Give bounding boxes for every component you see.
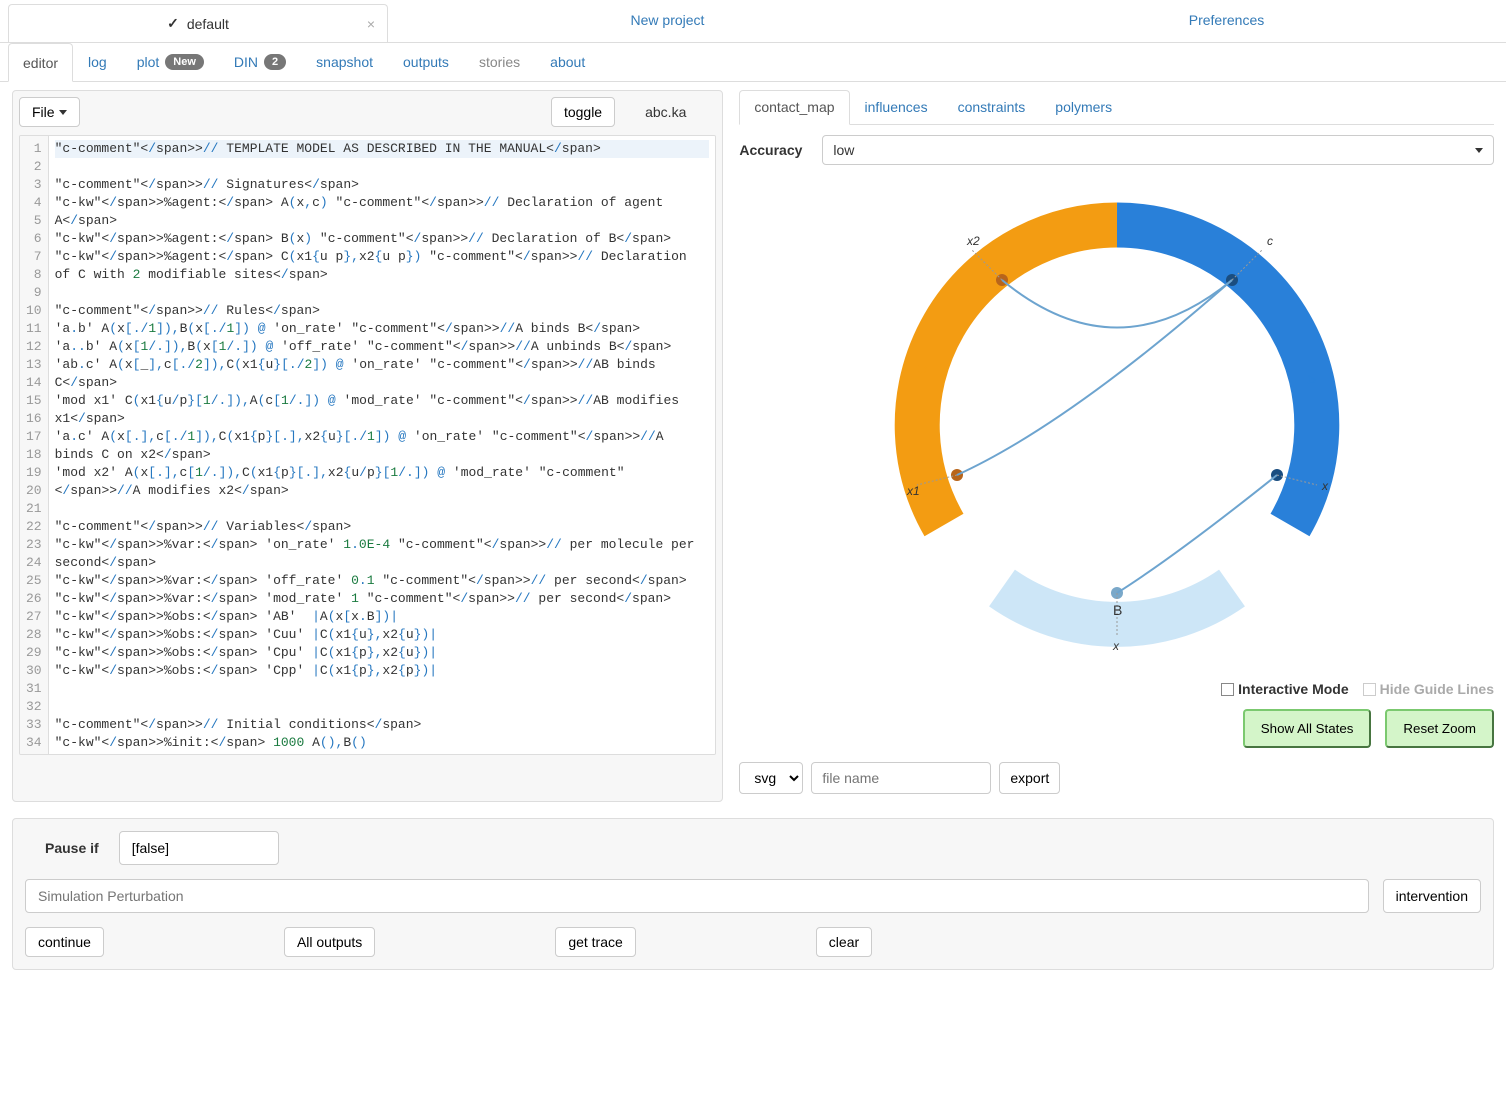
tab-polymers[interactable]: polymers [1040, 90, 1127, 124]
perturbation-row: intervention [25, 879, 1481, 913]
hide-guides-checkbox: Hide Guide Lines [1363, 681, 1494, 697]
project-tab-label: default [187, 16, 229, 32]
accuracy-label: Accuracy [739, 142, 802, 158]
perturbation-input[interactable] [25, 879, 1369, 913]
tab-about[interactable]: about [535, 43, 600, 81]
simulation-actions: continue All outputs get trace clear [25, 927, 1481, 957]
project-tab-default[interactable]: default × [8, 4, 388, 42]
sub-navigation: editor log plotNew DIN2 snapshot outputs… [0, 43, 1506, 82]
show-all-states-button[interactable]: Show All States [1243, 709, 1372, 748]
export-button[interactable]: export [999, 762, 1060, 794]
checkbox-icon [1221, 683, 1234, 696]
get-trace-button[interactable]: get trace [555, 927, 635, 957]
svg-text:B: B [1113, 602, 1122, 618]
svg-text:x2: x2 [966, 234, 980, 248]
continue-button[interactable]: continue [25, 927, 104, 957]
export-row: svg export [739, 754, 1494, 802]
editor-toolbar: File toggle abc.ka [19, 97, 716, 127]
tab-editor[interactable]: editor [8, 43, 73, 82]
svg-text:C: C [914, 364, 930, 375]
current-filename: abc.ka [615, 104, 716, 120]
new-project-link[interactable]: New project [388, 0, 947, 42]
tab-log[interactable]: log [73, 43, 122, 81]
svg-text:A: A [1304, 374, 1320, 384]
din-badge: 2 [264, 54, 286, 70]
checkbox-icon [1363, 683, 1376, 696]
export-format-select[interactable]: svg [739, 762, 803, 794]
code-body[interactable]: "c-comment"</span>>// TEMPLATE MODEL AS … [49, 136, 716, 754]
file-dropdown-button[interactable]: File [19, 97, 80, 127]
simulation-panel: Pause if intervention continue All outpu… [12, 818, 1494, 970]
pause-row: Pause if [25, 831, 1481, 865]
top-navigation: default × New project Preferences [0, 0, 1506, 43]
pause-label: Pause if [25, 840, 99, 856]
line-gutter: 1234567891011121314151617181920212223242… [20, 136, 49, 754]
reset-zoom-button[interactable]: Reset Zoom [1385, 709, 1494, 748]
interactive-mode-checkbox[interactable]: Interactive Mode [1221, 681, 1348, 697]
svg-text:x: x [1321, 479, 1329, 493]
svg-text:c: c [1267, 234, 1273, 248]
analysis-tabs: contact_map influences constraints polym… [739, 90, 1494, 125]
clear-button[interactable]: clear [816, 927, 872, 957]
tab-snapshot[interactable]: snapshot [301, 43, 388, 81]
tab-plot[interactable]: plotNew [122, 43, 219, 81]
tab-outputs[interactable]: outputs [388, 43, 464, 81]
pause-condition-input[interactable] [119, 831, 279, 865]
svg-text:x: x [1112, 639, 1120, 653]
tab-constraints[interactable]: constraints [943, 90, 1041, 124]
preferences-link[interactable]: Preferences [947, 0, 1506, 42]
tab-contact-map[interactable]: contact_map [739, 90, 849, 125]
tab-influences[interactable]: influences [850, 90, 943, 124]
editor-panel: File toggle abc.ka 123456789101112131415… [12, 90, 723, 802]
tab-stories[interactable]: stories [464, 43, 535, 81]
intervention-button[interactable]: intervention [1383, 879, 1481, 913]
accuracy-row: Accuracy low [739, 125, 1494, 175]
tab-din[interactable]: DIN2 [219, 43, 301, 81]
close-icon[interactable]: × [367, 16, 375, 32]
export-filename-input[interactable] [811, 762, 991, 794]
all-outputs-button[interactable]: All outputs [284, 927, 375, 957]
main-content: File toggle abc.ka 123456789101112131415… [0, 82, 1506, 810]
contact-map-diagram[interactable]: C A B x2 x1 c x x [739, 175, 1494, 675]
accuracy-select[interactable]: low [822, 135, 1494, 165]
code-editor[interactable]: 1234567891011121314151617181920212223242… [19, 135, 716, 755]
chevron-down-icon [1475, 148, 1483, 153]
plot-badge: New [165, 54, 204, 70]
toggle-button[interactable]: toggle [551, 97, 615, 127]
check-icon [167, 15, 179, 32]
analysis-panel: contact_map influences constraints polym… [739, 90, 1494, 802]
chevron-down-icon [59, 110, 67, 115]
diagram-controls: Interactive Mode Hide Guide Lines [739, 675, 1494, 703]
diagram-buttons: Show All States Reset Zoom [739, 703, 1494, 754]
svg-text:x1: x1 [906, 484, 920, 498]
contact-map-svg: C A B x2 x1 c x x [867, 175, 1367, 675]
